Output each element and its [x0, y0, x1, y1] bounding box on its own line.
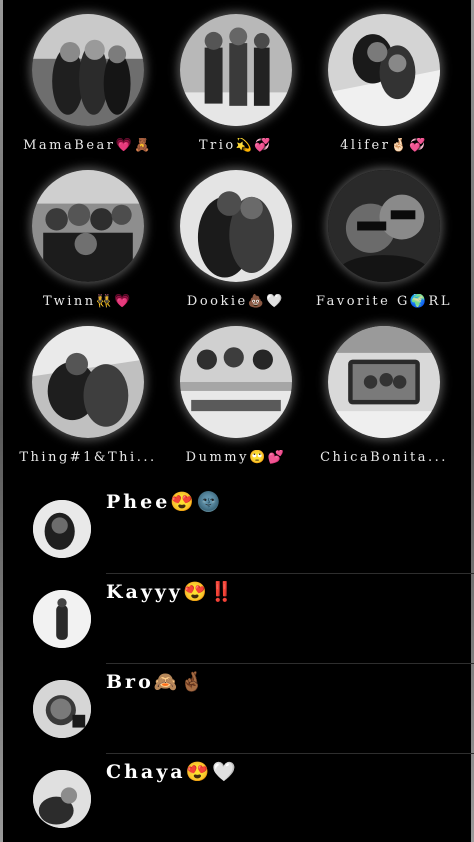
conversation-row[interactable]: Bro🙈🤞🏾	[0, 664, 474, 754]
pinned-chat-chicabonita[interactable]: ChicaBonita...	[310, 326, 458, 482]
pinned-chat-dummy[interactable]: Dummy🙄💕	[162, 326, 310, 482]
pinned-conversations-grid: MamaBear💗🧸 Trio💫💞 4lifer🤞🏻💞 Twinn👯‍♀️💗	[14, 14, 460, 482]
pinned-chat-name: Trio💫💞	[198, 138, 274, 153]
messages-app: MamaBear💗🧸 Trio💫💞 4lifer🤞🏻💞 Twinn👯‍♀️💗	[0, 0, 474, 842]
conversation-list: Phee😍🌚 Kayyy😍‼️ Bro🙈🤞🏾 Chaya😍🤍	[0, 484, 474, 842]
avatar	[328, 170, 440, 282]
pinned-chat-name: MamaBear💗🧸	[23, 138, 153, 153]
avatar	[328, 326, 440, 438]
conversation-row[interactable]: Kayyy😍‼️	[0, 574, 474, 664]
avatar	[32, 14, 144, 126]
avatar	[33, 680, 91, 738]
pinned-chat-mamabear[interactable]: MamaBear💗🧸	[14, 14, 162, 170]
contact-name: Kayyy😍‼️	[106, 581, 237, 603]
contact-name: Phee😍🌚	[106, 491, 224, 513]
avatar	[180, 326, 292, 438]
pinned-chat-name: Dookie💩🤍	[186, 294, 286, 309]
pinned-chat-name: Favorite G🌍RL	[316, 294, 452, 309]
avatar	[180, 170, 292, 282]
pinned-chat-name: 4lifer🤞🏻💞	[340, 138, 428, 153]
pinned-chat-twinn[interactable]: Twinn👯‍♀️💗	[14, 170, 162, 326]
pinned-chat-thing1-thing2[interactable]: Thing#1&Thi...	[14, 326, 162, 482]
avatar	[32, 326, 144, 438]
conversation-row[interactable]: Phee😍🌚	[0, 484, 474, 574]
pinned-chat-name: Thing#1&Thi...	[19, 450, 157, 465]
pinned-chat-favorite-girl[interactable]: Favorite G🌍RL	[310, 170, 458, 326]
contact-name: Bro🙈🤞🏾	[106, 671, 208, 693]
contact-name: Chaya😍🤍	[106, 761, 239, 783]
pinned-chat-dookie[interactable]: Dookie💩🤍	[162, 170, 310, 326]
avatar	[33, 590, 91, 648]
pinned-chat-trio[interactable]: Trio💫💞	[162, 14, 310, 170]
avatar	[32, 170, 144, 282]
conversation-row[interactable]: Chaya😍🤍	[0, 754, 474, 842]
avatar	[328, 14, 440, 126]
pinned-chat-name: ChicaBonita...	[320, 450, 448, 465]
avatar	[33, 500, 91, 558]
avatar	[33, 770, 91, 828]
avatar	[180, 14, 292, 126]
pinned-chat-name: Twinn👯‍♀️💗	[42, 294, 134, 309]
pinned-chat-name: Dummy🙄💕	[185, 450, 287, 465]
pinned-chat-4lifer[interactable]: 4lifer🤞🏻💞	[310, 14, 458, 170]
